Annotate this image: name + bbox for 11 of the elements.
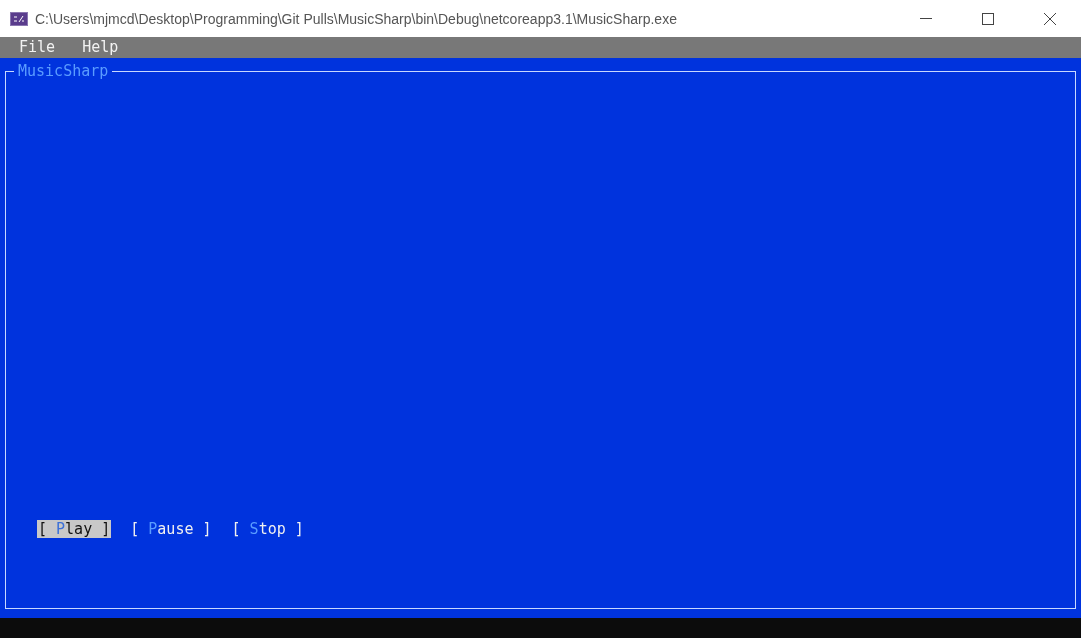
window-title: C:\Users\mjmcd\Desktop\Programming\Git Pulls\MusicSharp\bin\Debug\netcoreapp3.1\MusicSharp.exe xyxy=(35,10,678,27)
close-icon xyxy=(1044,12,1056,25)
text-button[interactable]: [ Stop ] xyxy=(230,520,305,538)
menu-item[interactable]: Help xyxy=(82,37,119,58)
minimize-icon xyxy=(920,18,932,19)
maximize-icon xyxy=(982,12,994,25)
frame-title: MusicSharp xyxy=(17,62,110,80)
text-button[interactable]: [ Pause ] xyxy=(129,520,213,538)
menu-item[interactable]: File xyxy=(19,37,56,58)
console-app-icon xyxy=(10,11,28,26)
text-button[interactable]: [ Play ] xyxy=(37,520,112,538)
